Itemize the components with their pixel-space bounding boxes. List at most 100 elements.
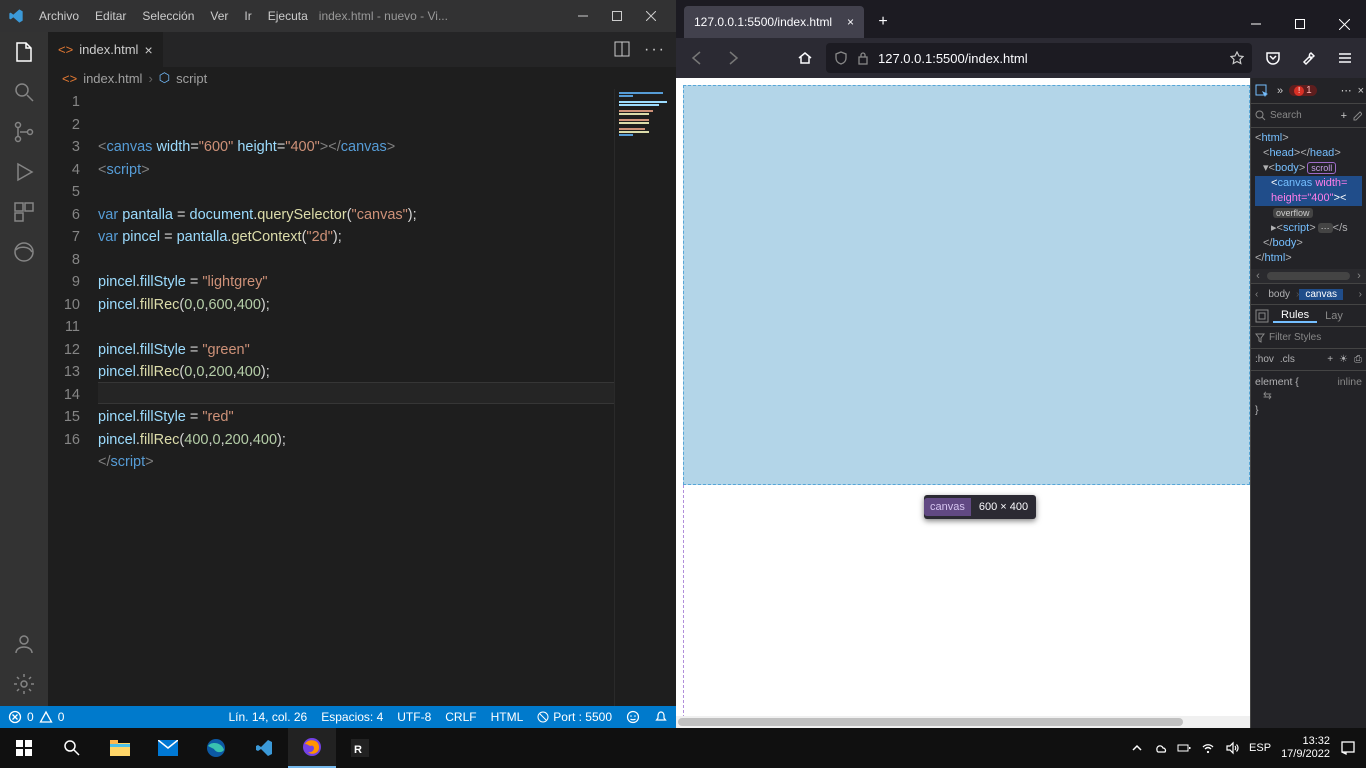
- cls-toggle[interactable]: .cls: [1280, 354, 1295, 365]
- add-rule-button[interactable]: +: [1327, 354, 1333, 365]
- search-input[interactable]: Search: [1270, 110, 1302, 121]
- run-debug-icon[interactable]: [12, 160, 36, 184]
- rules-panel[interactable]: element {inline ⇆ }: [1251, 371, 1366, 421]
- file-explorer-button[interactable]: [96, 728, 144, 768]
- indentation[interactable]: Espacios: 4: [321, 710, 383, 724]
- notifications-icon[interactable]: [1340, 740, 1356, 756]
- language-mode[interactable]: HTML: [491, 710, 524, 724]
- chevron-right-icon[interactable]: »: [1277, 85, 1283, 97]
- more-actions-icon[interactable]: ···: [644, 41, 666, 59]
- error-badge[interactable]: !1: [1289, 85, 1317, 96]
- app-button[interactable]: R: [336, 728, 384, 768]
- problems-status[interactable]: 0 0: [8, 710, 64, 724]
- light-dark-icon[interactable]: ☀: [1339, 354, 1348, 365]
- search-button[interactable]: [48, 728, 96, 768]
- breadcrumb-canvas[interactable]: canvas: [1299, 289, 1343, 300]
- explorer-icon[interactable]: [12, 40, 36, 64]
- minimize-button[interactable]: [1234, 10, 1278, 38]
- breadcrumb-file[interactable]: index.html: [83, 71, 142, 86]
- more-icon[interactable]: ⋯: [1341, 84, 1352, 97]
- volume-icon[interactable]: [1225, 741, 1239, 755]
- reload-button[interactable]: <": fill="none" stroke="currentColor" st…: [754, 43, 784, 73]
- menu-go[interactable]: Ir: [237, 5, 258, 27]
- browser-tab[interactable]: 127.0.0.1:5500/index.html ×: [684, 6, 864, 38]
- feedback-icon[interactable]: [626, 710, 640, 724]
- language-indicator[interactable]: ESP: [1249, 742, 1271, 754]
- new-tab-button[interactable]: +: [870, 9, 896, 35]
- close-button[interactable]: [1322, 10, 1366, 38]
- minimize-button[interactable]: [566, 2, 600, 30]
- source-control-icon[interactable]: [12, 120, 36, 144]
- bookmark-star-icon[interactable]: [1230, 51, 1244, 65]
- filter-icon: [1255, 333, 1265, 343]
- breadcrumb-symbol[interactable]: script: [176, 71, 207, 86]
- layout-icon[interactable]: [1255, 309, 1269, 323]
- lock-icon[interactable]: [856, 51, 870, 65]
- shield-icon[interactable]: [834, 51, 848, 65]
- cursor-position[interactable]: Lín. 14, col. 26: [228, 710, 307, 724]
- dom-tree[interactable]: <html> <head></head> ▾<body>scroll <canv…: [1251, 128, 1366, 269]
- code-content[interactable]: <canvas width="600" height="400"></canva…: [98, 89, 614, 706]
- menu-edit[interactable]: Editar: [88, 5, 133, 27]
- tab-label: index.html: [79, 42, 138, 57]
- tab-close-icon[interactable]: ×: [144, 42, 152, 58]
- close-button[interactable]: [634, 2, 668, 30]
- eol[interactable]: CRLF: [445, 710, 476, 724]
- live-server-port[interactable]: Port : 5500: [537, 710, 612, 724]
- pseudo-toggles: :hov .cls + ☀ ⎙: [1251, 349, 1366, 371]
- breadcrumb[interactable]: <> index.html › ⬡ script: [48, 67, 676, 89]
- split-editor-icon[interactable]: [614, 41, 630, 57]
- settings-icon[interactable]: [12, 672, 36, 696]
- search-icon[interactable]: [12, 80, 36, 104]
- menu-button[interactable]: [1330, 43, 1360, 73]
- devtools-button[interactable]: [1294, 43, 1324, 73]
- vscode-button[interactable]: [240, 728, 288, 768]
- breadcrumb-body[interactable]: body: [1262, 289, 1296, 300]
- tab-close-icon[interactable]: ×: [847, 15, 854, 29]
- account-icon[interactable]: [12, 632, 36, 656]
- tab-index-html[interactable]: <> index.html ×: [48, 32, 164, 67]
- menu-selection[interactable]: Selección: [135, 5, 201, 27]
- mail-button[interactable]: [144, 728, 192, 768]
- devtools-breadcrumb[interactable]: ‹ body › canvas ›: [1251, 283, 1366, 305]
- edge-icon[interactable]: [12, 240, 36, 264]
- hov-toggle[interactable]: :hov: [1255, 354, 1274, 365]
- forward-button[interactable]: [718, 43, 748, 73]
- element-tooltip: canvas 600 × 400: [924, 495, 1036, 519]
- tree-scrollbar[interactable]: ‹›: [1251, 269, 1366, 283]
- add-button[interactable]: +: [1341, 110, 1347, 122]
- back-button[interactable]: [682, 43, 712, 73]
- onedrive-icon[interactable]: [1153, 741, 1167, 755]
- browser-viewport[interactable]: canvas 600 × 400: [676, 78, 1250, 728]
- battery-icon[interactable]: [1177, 741, 1191, 755]
- extensions-icon[interactable]: [12, 200, 36, 224]
- code-editor[interactable]: 12345678910111213141516 <canvas width="6…: [48, 89, 614, 706]
- url-bar[interactable]: 127.0.0.1:5500/index.html: [826, 43, 1252, 73]
- inspector-picker-icon[interactable]: [1253, 82, 1271, 100]
- windows-taskbar: R ESP 13:32 17/9/2022: [0, 728, 1366, 768]
- start-button[interactable]: [0, 728, 48, 768]
- clock[interactable]: 13:32 17/9/2022: [1281, 735, 1330, 761]
- encoding[interactable]: UTF-8: [397, 710, 431, 724]
- maximize-button[interactable]: [600, 2, 634, 30]
- wifi-icon[interactable]: [1201, 741, 1215, 755]
- chevron-up-icon[interactable]: [1131, 742, 1143, 754]
- menu-file[interactable]: Archivo: [32, 5, 86, 27]
- maximize-button[interactable]: [1278, 10, 1322, 38]
- firefox-button[interactable]: [288, 728, 336, 768]
- minimap[interactable]: [614, 89, 676, 706]
- bell-icon[interactable]: [654, 710, 668, 724]
- menu-run[interactable]: Ejecuta: [261, 5, 315, 27]
- horizontal-scrollbar[interactable]: [676, 716, 1250, 728]
- print-icon[interactable]: ⎙: [1354, 354, 1362, 365]
- filter-input[interactable]: Filter Styles: [1269, 332, 1321, 343]
- menu-view[interactable]: Ver: [203, 5, 235, 27]
- home-button[interactable]: [790, 43, 820, 73]
- layout-tab[interactable]: Lay: [1317, 310, 1351, 322]
- rules-tabs: Rules Lay: [1251, 305, 1366, 327]
- eyedropper-icon[interactable]: [1351, 110, 1362, 121]
- rules-tab[interactable]: Rules: [1273, 309, 1317, 323]
- pocket-button[interactable]: [1258, 43, 1288, 73]
- close-devtools-icon[interactable]: ×: [1358, 85, 1364, 97]
- edge-button[interactable]: [192, 728, 240, 768]
